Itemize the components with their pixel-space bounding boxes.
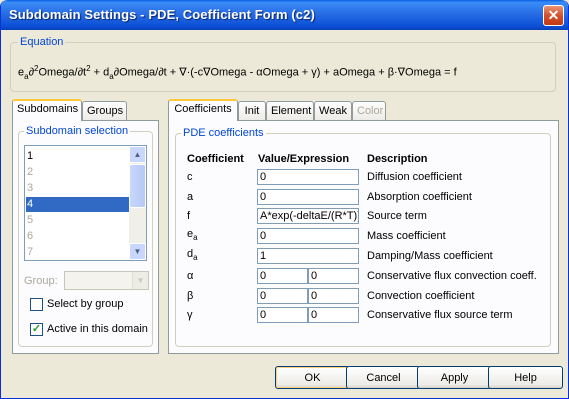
- list-item[interactable]: 5: [26, 213, 129, 228]
- coef-f-input[interactable]: A*exp(-deltaE/(R*T)): [257, 208, 359, 224]
- coef-description: Absorption coefficient: [367, 191, 472, 203]
- tab-element[interactable]: Element: [266, 101, 314, 121]
- coef-description: Diffusion coefficient: [367, 171, 462, 183]
- coef-description: Damping/Mass coefficient: [367, 250, 493, 262]
- coef-ea-input[interactable]: 0: [257, 228, 359, 244]
- coef-beta-input-2[interactable]: 0: [308, 288, 359, 304]
- coef-symbol: da: [187, 248, 198, 263]
- coef-gamma-input-2[interactable]: 0: [308, 307, 359, 323]
- coef-symbol: a: [187, 191, 194, 203]
- coef-beta-input-1[interactable]: 0: [257, 288, 308, 304]
- coef-gamma-input-1[interactable]: 0: [257, 307, 308, 323]
- help-button[interactable]: Help: [488, 366, 563, 389]
- coef-symbol: ea: [187, 228, 198, 243]
- scroll-thumb[interactable]: [129, 164, 146, 208]
- header-description: Description: [367, 153, 428, 165]
- coef-a-input[interactable]: 0: [257, 189, 359, 205]
- list-item[interactable]: 6: [26, 229, 129, 244]
- tab-weak[interactable]: Weak: [314, 101, 352, 121]
- subdomain-selection-legend: Subdomain selection: [24, 125, 131, 138]
- scroll-up-icon[interactable]: ▲: [129, 146, 146, 163]
- coef-symbol: γ: [187, 309, 193, 321]
- list-item[interactable]: 3: [26, 181, 129, 196]
- header-value: Value/Expression: [258, 153, 350, 165]
- coef-description: Conservative flux source term: [367, 309, 513, 321]
- group-label: Group:: [24, 275, 58, 287]
- window-title: Subdomain Settings - PDE, Coefficient Fo…: [9, 7, 315, 22]
- coef-description: Conservative flux convection coeff.: [367, 270, 537, 282]
- coef-description: Mass coefficient: [367, 230, 446, 242]
- coef-symbol: α: [187, 270, 194, 282]
- cancel-button[interactable]: Cancel: [346, 366, 421, 389]
- coef-description: Convection coefficient: [367, 290, 475, 302]
- close-icon[interactable]: ✕: [543, 5, 564, 26]
- coef-da-input[interactable]: 1: [257, 248, 359, 264]
- check-icon: ✓: [31, 323, 42, 335]
- equation-text: ea∂2Omega/∂t2 + da∂Omega/∂t + ∇·(-c∇Omeg…: [18, 64, 457, 81]
- list-item[interactable]: 2: [26, 165, 129, 180]
- tab-color: Color: [352, 101, 386, 121]
- header-coefficient: Coefficient: [187, 153, 244, 165]
- coef-description: Source term: [367, 210, 427, 222]
- select-by-group-checkbox[interactable]: [30, 298, 43, 311]
- tab-init[interactable]: Init: [238, 101, 266, 121]
- list-item[interactable]: 7: [26, 245, 129, 260]
- coef-symbol: c: [187, 171, 193, 183]
- pde-coefficients-legend: PDE coefficients: [181, 127, 266, 140]
- active-in-domain-label: Active in this domain: [47, 323, 148, 335]
- subdomain-listbox[interactable]: 1 2 3 4 5 6 7 ▲ ▼: [24, 145, 147, 261]
- group-combobox[interactable]: ▼: [64, 271, 149, 290]
- tab-subdomains[interactable]: Subdomains: [12, 99, 82, 121]
- list-item[interactable]: 1: [26, 149, 129, 164]
- coef-symbol: β: [187, 290, 194, 302]
- ok-button[interactable]: OK: [275, 366, 350, 389]
- tab-groups[interactable]: Groups: [82, 101, 127, 121]
- equation-legend: Equation: [18, 36, 66, 49]
- coef-alpha-input-1[interactable]: 0: [257, 268, 308, 284]
- title-bar[interactable]: Subdomain Settings - PDE, Coefficient Fo…: [1, 0, 568, 30]
- list-scrollbar[interactable]: ▲ ▼: [129, 146, 146, 260]
- coef-c-input[interactable]: 0: [257, 169, 359, 185]
- dialog-window: Subdomain Settings - PDE, Coefficient Fo…: [0, 0, 569, 399]
- coef-alpha-input-2[interactable]: 0: [308, 268, 359, 284]
- tab-coefficients[interactable]: Coefficients: [168, 99, 238, 121]
- active-in-domain-checkbox[interactable]: ✓: [30, 323, 43, 336]
- select-by-group-label: Select by group: [47, 298, 124, 310]
- apply-button[interactable]: Apply: [417, 366, 492, 389]
- coef-symbol: f: [187, 210, 191, 222]
- chevron-down-icon[interactable]: ▼: [132, 272, 148, 289]
- scroll-down-icon[interactable]: ▼: [129, 243, 146, 260]
- list-item-selected[interactable]: 4: [26, 197, 129, 212]
